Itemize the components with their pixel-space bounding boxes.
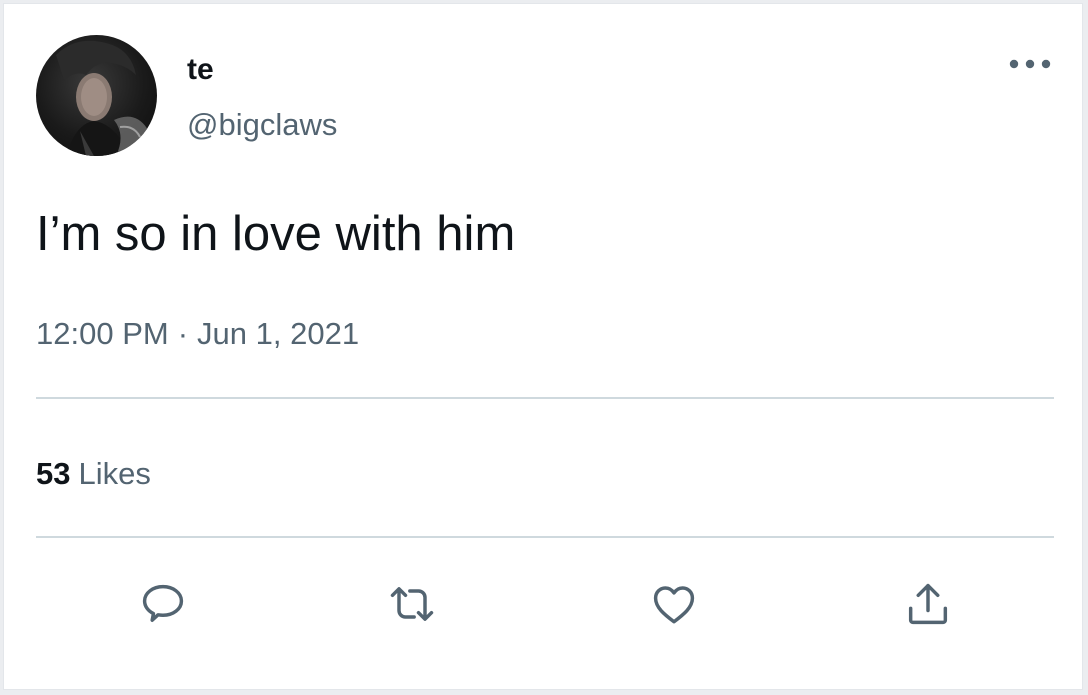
tweet-timestamp[interactable]: 12:00 PM · Jun 1, 2021: [36, 314, 359, 354]
reply-icon: [142, 584, 184, 622]
divider-top: [36, 397, 1054, 399]
display-name[interactable]: te: [187, 52, 214, 88]
likes-label: Likes: [78, 456, 151, 491]
divider-bottom: [36, 536, 1054, 538]
action-bar: [4, 576, 1084, 632]
share-icon: [908, 583, 948, 625]
more-options-button[interactable]: [1004, 50, 1056, 78]
tweet-time: 12:00 PM: [36, 316, 169, 351]
retweet-icon: [390, 587, 434, 621]
reply-button[interactable]: [135, 576, 191, 632]
avatar[interactable]: [36, 35, 157, 156]
user-handle[interactable]: @bigclaws: [187, 106, 337, 144]
likes-stat[interactable]: 53 Likes: [36, 454, 151, 494]
avatar-photo: [56, 40, 148, 156]
like-button[interactable]: [646, 576, 702, 632]
heart-icon: [653, 586, 695, 624]
tweet-text: I’m so in love with him: [36, 207, 516, 261]
tweet-date: Jun 1, 2021: [197, 316, 360, 351]
tweet-card: te @bigclaws I’m so in love with him 12:…: [3, 3, 1083, 690]
timestamp-separator: ·: [177, 316, 189, 351]
share-button[interactable]: [900, 576, 956, 632]
likes-count: 53: [36, 456, 71, 491]
retweet-button[interactable]: [384, 576, 440, 632]
more-dots-icon: [1009, 59, 1051, 69]
